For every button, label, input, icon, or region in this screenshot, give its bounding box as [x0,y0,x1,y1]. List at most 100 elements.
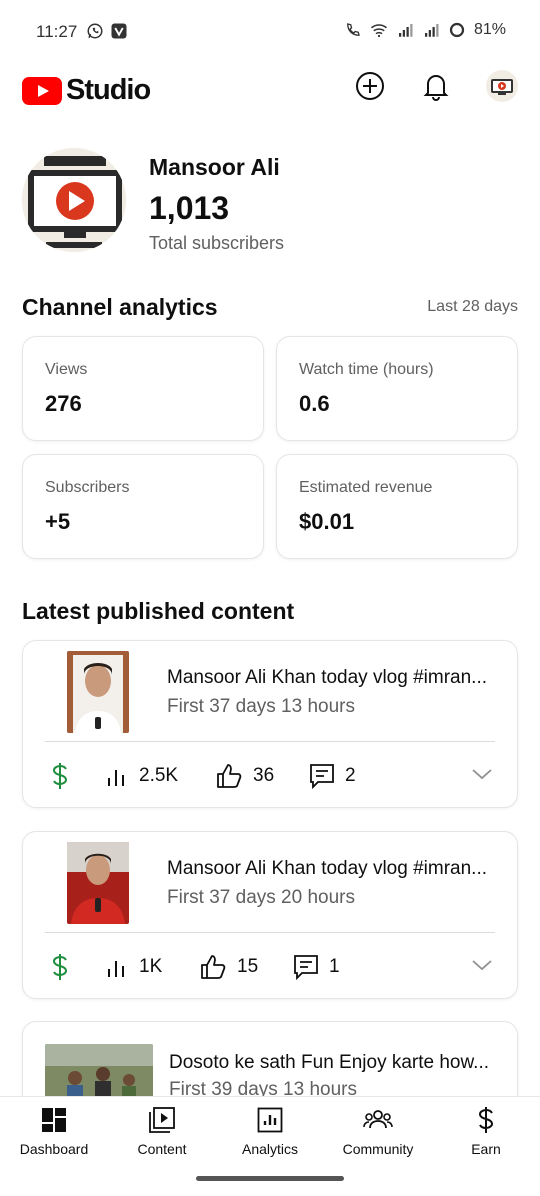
video-card[interactable]: Mansoor Ali Khan today vlog #imran... Fi… [22,831,518,999]
app-notification-icon [111,23,127,39]
status-notification-icons [86,22,128,40]
status-system-icons: 81% [344,21,506,39]
stat-value: $0.01 [299,509,355,534]
logo-text: Studio [66,74,151,106]
app-bar: Studio [0,64,540,116]
video-thumbnail[interactable] [45,1044,153,1104]
comments-count: 2 [345,765,356,786]
views-metric[interactable]: 1K [105,955,199,979]
whatsapp-icon [87,23,103,39]
nav-analytics[interactable]: Analytics [216,1105,324,1157]
video-title: Mansoor Ali Khan today vlog #imran... [167,858,488,879]
tv-play-icon [22,148,126,252]
battery-percent: 81% [473,21,506,38]
add-circle-icon [356,72,384,100]
account-avatar [486,70,518,102]
watch-time-card[interactable]: Watch time (hours) 0.6 [276,336,518,441]
nav-label: Community [342,1141,414,1157]
nav-label: Analytics [241,1141,299,1157]
views-metric[interactable]: 2.5K [105,764,215,788]
nav-label: Earn [471,1141,501,1157]
channel-avatar[interactable] [22,148,126,252]
channel-header: Mansoor Ali 1,013 Total subscribers [22,148,522,258]
thumbs-up-icon [217,764,242,788]
create-button[interactable] [354,70,386,102]
comments-count: 1 [329,956,340,977]
video-metrics: 2.5K 36 2 [51,761,493,791]
subscriber-count: 1,013 [149,190,230,226]
analytics-title: Channel analytics [22,294,218,320]
stat-value: 0.6 [299,391,330,416]
status-bar: 11:27 81% [0,0,540,64]
wifi-icon [370,24,387,38]
nav-label: Content [137,1141,187,1157]
comments-metric[interactable]: 1 [293,953,340,981]
stat-label: Estimated revenue [299,479,433,496]
stat-label: Watch time (hours) [299,361,434,378]
dollar-icon [478,1107,494,1133]
subscribers-card[interactable]: Subscribers +5 [22,454,264,559]
revenue-card[interactable]: Estimated revenue $0.01 [276,454,518,559]
comment-icon [294,955,318,981]
nav-dashboard[interactable]: Dashboard [0,1105,108,1157]
analytics-range: Last 28 days [427,298,518,315]
nav-earn[interactable]: Earn [432,1105,540,1157]
signal-icon-1 [398,24,413,37]
likes-metric[interactable]: 15 [199,953,293,981]
divider [45,932,495,933]
video-metrics: 1K 15 1 [51,952,493,982]
home-indicator[interactable] [196,1176,344,1181]
comments-metric[interactable]: 2 [309,762,356,790]
analytics-icon [257,1107,283,1133]
channel-name: Mansoor Ali [149,154,280,180]
video-title: Dosoto ke sath Fun Enjoy karte how... [169,1052,490,1073]
dashboard-icon [42,1108,66,1132]
revenue-metric[interactable] [51,953,105,981]
thumbnail-image [45,1044,153,1104]
stat-value: 276 [45,391,82,416]
stat-value: +5 [45,509,71,534]
comment-icon [310,764,334,790]
appbar-actions [354,70,518,102]
youtube-logo-icon [22,76,62,105]
dollar-icon [52,954,68,980]
studio-logo[interactable]: Studio [22,74,151,107]
video-title: Mansoor Ali Khan today vlog #imran... [167,667,488,688]
views-card[interactable]: Views 276 [22,336,264,441]
video-subtitle: First 37 days 13 hours [167,696,355,717]
subscriber-label: Total subscribers [149,233,285,253]
stat-label: Views [45,361,88,378]
likes-metric[interactable]: 36 [215,762,309,790]
views-count: 1K [139,956,163,977]
divider [45,741,495,742]
content-icon [149,1107,175,1133]
battery-icon [449,22,465,38]
video-subtitle: First 37 days 20 hours [167,887,355,908]
bar-chart-icon [108,770,124,786]
revenue-metric[interactable] [51,762,105,790]
bell-icon [423,75,449,101]
signal-icon-2 [424,24,439,37]
latest-content-title: Latest published content [22,598,295,624]
likes-count: 36 [253,765,275,786]
nav-label: Dashboard [19,1141,89,1157]
nav-community[interactable]: Community [324,1105,432,1157]
thumbnail-image [67,842,129,924]
notifications-button[interactable] [420,70,452,102]
dollar-icon [52,763,68,789]
nav-content[interactable]: Content [108,1105,216,1157]
video-thumbnail[interactable] [67,842,129,924]
account-avatar-button[interactable] [486,70,518,102]
status-time: 11:27 [36,22,78,41]
views-count: 2.5K [139,765,179,786]
expand-button[interactable] [471,767,493,786]
call-icon [347,23,360,36]
video-card[interactable]: Mansoor Ali Khan today vlog #imran... Fi… [22,640,518,808]
bar-chart-icon [108,961,124,977]
bottom-nav: Dashboard Content Analytics Community Ea… [0,1096,540,1196]
stat-label: Subscribers [45,479,130,496]
thumbs-up-icon [201,955,226,979]
video-thumbnail[interactable] [67,651,129,733]
likes-count: 15 [237,956,259,977]
expand-button[interactable] [471,958,493,977]
